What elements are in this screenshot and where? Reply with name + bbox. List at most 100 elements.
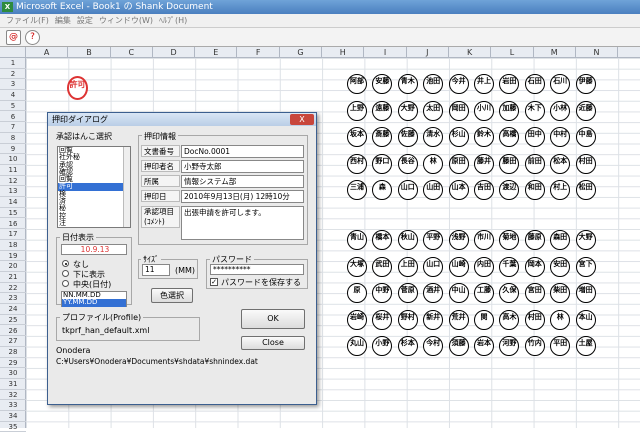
row-header-10[interactable]: 10 bbox=[0, 154, 26, 165]
date-format-item[interactable]: YY.MM.DD bbox=[62, 298, 126, 307]
row-header-24[interactable]: 24 bbox=[0, 304, 26, 315]
date-option-radio[interactable] bbox=[62, 270, 69, 277]
name-seal[interactable]: 中島 bbox=[575, 127, 596, 147]
name-seal[interactable]: 関 bbox=[474, 309, 494, 330]
name-seal[interactable]: 鈴木 bbox=[474, 127, 494, 147]
red-approval-seal[interactable]: 許可 bbox=[67, 76, 88, 100]
name-seal[interactable]: 和田 bbox=[524, 180, 545, 200]
password-input[interactable]: ********** bbox=[210, 264, 304, 275]
row-header-35[interactable]: 35 bbox=[0, 422, 26, 432]
name-seal[interactable]: 林 bbox=[423, 153, 444, 174]
dialog-close-button[interactable]: X bbox=[290, 114, 314, 125]
save-password-checkbox[interactable]: ✓ bbox=[210, 278, 218, 286]
name-seal[interactable]: 上野 bbox=[347, 100, 367, 121]
stamp-list-item[interactable]: 控 bbox=[58, 212, 130, 220]
ok-button[interactable]: OK bbox=[241, 309, 305, 329]
name-seal[interactable]: 内田 bbox=[474, 256, 494, 277]
name-seal[interactable]: 岡本 bbox=[524, 256, 545, 277]
column-header-D[interactable]: D bbox=[153, 47, 196, 58]
name-seal[interactable]: 伊藤 bbox=[575, 74, 596, 94]
row-header-25[interactable]: 25 bbox=[0, 315, 26, 326]
name-seal[interactable]: 杉本 bbox=[397, 336, 418, 356]
row-header-11[interactable]: 11 bbox=[0, 165, 26, 176]
row-header-31[interactable]: 31 bbox=[0, 379, 26, 390]
name-seal[interactable]: 今井 bbox=[448, 74, 469, 94]
row-header-19[interactable]: 19 bbox=[0, 251, 26, 262]
name-seal[interactable]: 増田 bbox=[575, 283, 596, 303]
stamp-list-item[interactable]: 検 bbox=[58, 190, 130, 198]
menu-item[interactable]: ウィンドウ(W) bbox=[99, 16, 153, 25]
date-field[interactable]: 2010年9月13日(月) 12時10分 bbox=[181, 190, 304, 203]
name-seal[interactable]: 野口 bbox=[372, 153, 393, 174]
column-header-I[interactable]: I bbox=[364, 47, 407, 58]
name-seal[interactable]: 遠藤 bbox=[372, 100, 393, 121]
menu-item[interactable]: 編集 bbox=[55, 16, 71, 25]
column-header-M[interactable]: M bbox=[534, 47, 576, 58]
name-seal[interactable]: 大塚 bbox=[347, 256, 367, 277]
name-seal[interactable]: 市川 bbox=[474, 230, 494, 250]
row-header-7[interactable]: 7 bbox=[0, 122, 26, 133]
name-seal[interactable]: 本山 bbox=[575, 309, 596, 330]
name-seal[interactable]: 浅野 bbox=[448, 230, 469, 250]
row-header-16[interactable]: 16 bbox=[0, 219, 26, 230]
name-seal[interactable]: 近藤 bbox=[575, 100, 596, 121]
name-seal[interactable]: 須藤 bbox=[448, 336, 469, 356]
name-seal[interactable]: 原 bbox=[347, 283, 367, 303]
row-header-4[interactable]: 4 bbox=[0, 90, 26, 101]
row-header-34[interactable]: 34 bbox=[0, 411, 26, 422]
color-select-button[interactable]: 色選択 bbox=[151, 288, 193, 303]
row-header-29[interactable]: 29 bbox=[0, 358, 26, 369]
name-seal[interactable]: 松田 bbox=[575, 180, 596, 200]
name-seal[interactable]: 松本 bbox=[550, 153, 571, 174]
name-seal[interactable]: 菅原 bbox=[397, 283, 418, 303]
name-seal[interactable]: 佐藤 bbox=[397, 127, 418, 147]
name-seal[interactable]: 野村 bbox=[397, 309, 418, 330]
column-header-E[interactable]: E bbox=[195, 47, 238, 58]
row-header-9[interactable]: 9 bbox=[0, 144, 26, 155]
column-header-J[interactable]: J bbox=[407, 47, 449, 58]
row-header-32[interactable]: 32 bbox=[0, 390, 26, 401]
name-seal[interactable]: 宮下 bbox=[575, 256, 596, 277]
name-seal[interactable]: 杉山 bbox=[448, 127, 469, 147]
name-seal[interactable]: 村田 bbox=[524, 309, 545, 330]
row-header-18[interactable]: 18 bbox=[0, 240, 26, 251]
size-input[interactable]: 11 bbox=[142, 264, 170, 276]
name-seal[interactable]: 坂本 bbox=[347, 127, 367, 147]
row-header-5[interactable]: 5 bbox=[0, 101, 26, 112]
stamp-list-item[interactable]: 済 bbox=[58, 197, 130, 205]
name-seal[interactable]: 秋山 bbox=[397, 230, 418, 250]
name-seal[interactable]: 小川 bbox=[474, 100, 494, 121]
name-seal[interactable]: 小林 bbox=[550, 100, 571, 121]
name-seal[interactable]: 竹内 bbox=[524, 336, 545, 356]
dept-field[interactable]: 情報システム部 bbox=[181, 175, 304, 188]
column-header-F[interactable]: F bbox=[238, 47, 280, 58]
name-seal[interactable]: 荒井 bbox=[448, 309, 469, 330]
row-header-1[interactable]: 1 bbox=[0, 58, 26, 69]
name-seal[interactable]: 上田 bbox=[397, 256, 418, 277]
name-seal[interactable]: 桜井 bbox=[372, 309, 393, 330]
column-header-L[interactable]: L bbox=[491, 47, 534, 58]
column-header-K[interactable]: K bbox=[449, 47, 492, 58]
stamp-list-item[interactable]: 許可 bbox=[58, 183, 130, 191]
name-seal[interactable]: 藤井 bbox=[474, 153, 494, 174]
corner-cell[interactable] bbox=[0, 47, 26, 58]
name-seal[interactable]: 青木 bbox=[397, 74, 418, 94]
stamper-field[interactable]: 小野寺太郎 bbox=[181, 160, 304, 173]
name-seal[interactable]: 藤原 bbox=[524, 230, 545, 250]
column-header-B[interactable]: B bbox=[68, 47, 111, 58]
column-header-A[interactable]: A bbox=[26, 47, 69, 58]
name-seal[interactable]: 藤田 bbox=[499, 153, 520, 174]
name-seal[interactable]: 青山 bbox=[347, 230, 367, 250]
date-option-radio[interactable] bbox=[62, 260, 69, 267]
column-header-H[interactable]: H bbox=[322, 47, 365, 58]
stamp-list-item[interactable]: 秘 bbox=[58, 205, 130, 213]
doc-no-field[interactable]: DocNo.0001 bbox=[181, 145, 304, 158]
name-seal[interactable]: 宮田 bbox=[524, 283, 545, 303]
name-seal[interactable]: 丸山 bbox=[347, 336, 367, 356]
name-seal[interactable]: 長谷 bbox=[397, 153, 418, 174]
name-seal[interactable]: 新井 bbox=[423, 309, 444, 330]
name-seal[interactable]: 井上 bbox=[474, 74, 494, 94]
menu-item[interactable]: 設定 bbox=[77, 16, 93, 25]
name-seal[interactable]: 西村 bbox=[347, 153, 367, 174]
row-header-8[interactable]: 8 bbox=[0, 133, 26, 144]
